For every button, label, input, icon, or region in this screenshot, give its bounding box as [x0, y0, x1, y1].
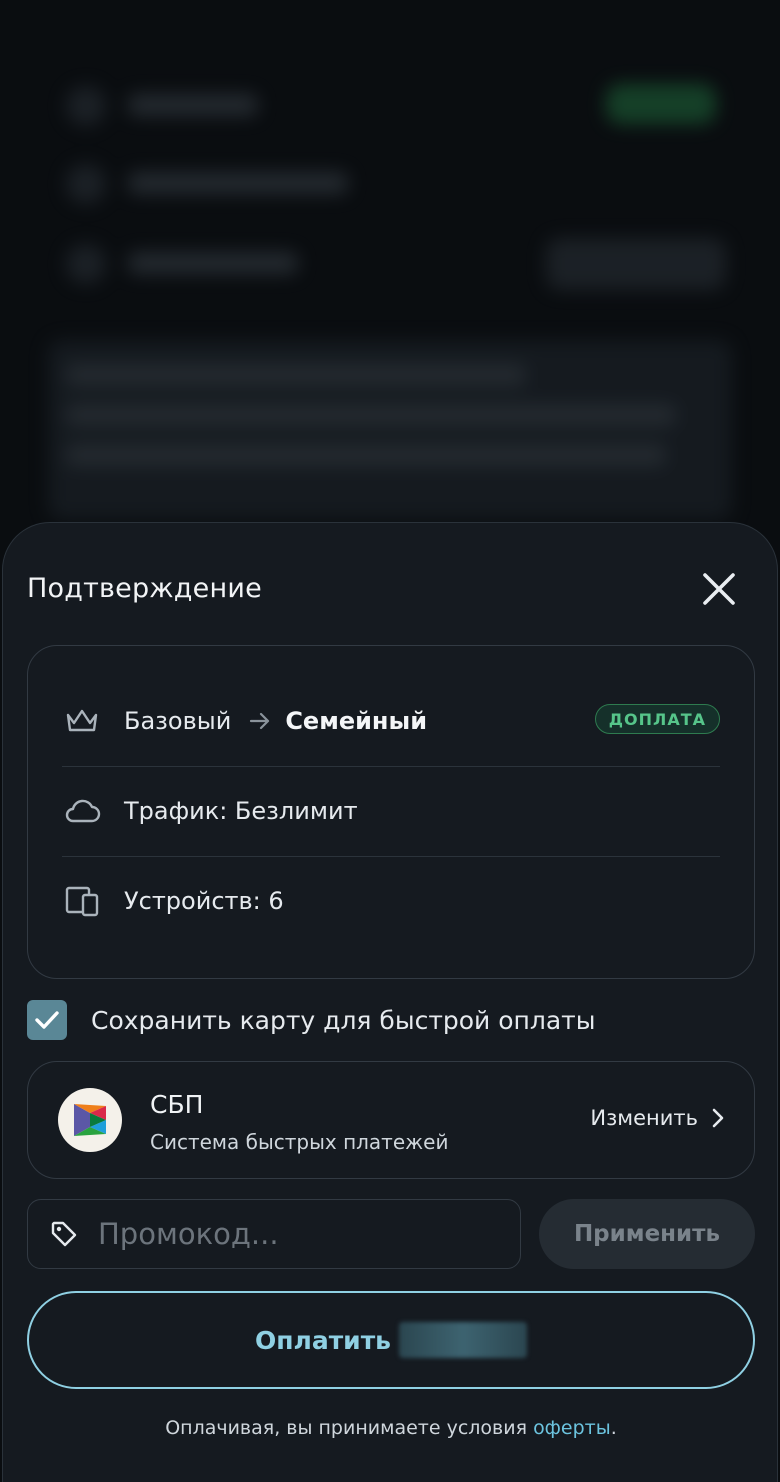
close-button[interactable]: [699, 569, 739, 609]
check-icon: [35, 1011, 59, 1029]
devices-icon: [62, 881, 102, 921]
devices-row: Устройств: 6: [62, 856, 720, 946]
save-card-checkbox[interactable]: [27, 1000, 67, 1040]
save-card-toggle[interactable]: Сохранить карту для быстрой оплаты: [27, 999, 595, 1041]
plan-summary-card: Базовый Семейный ДОПЛАТА Трафик: Безлими…: [27, 645, 755, 979]
status-badge: ДОПЛАТА: [594, 704, 720, 734]
devices-label: Устройств: 6: [124, 887, 284, 915]
arrow-right-icon: [249, 712, 271, 730]
save-card-label: Сохранить карту для быстрой оплаты: [91, 1005, 596, 1035]
close-icon: [703, 573, 735, 605]
sheet-title: Подтверждение: [27, 573, 262, 604]
promo-code-field[interactable]: [27, 1199, 521, 1269]
offer-link[interactable]: оферты: [533, 1417, 611, 1439]
terms-period: .: [610, 1417, 617, 1439]
background-page-blurred: [0, 0, 780, 560]
crown-icon: [62, 701, 102, 741]
promo-code-input[interactable]: [96, 1216, 480, 1252]
change-payment-label: Изменить: [590, 1106, 698, 1130]
confirmation-sheet: Подтверждение Базовый Семейный ДОПЛАТА Т…: [2, 522, 778, 1482]
cloud-icon: [62, 791, 102, 831]
terms-note: Оплачивая, вы принимаете условия оферты.: [3, 1417, 779, 1439]
pay-amount-redacted: [399, 1322, 527, 1358]
traffic-label: Трафик: Безлимит: [124, 797, 358, 825]
plan-change-row: Базовый Семейный ДОПЛАТА: [62, 676, 720, 766]
apply-promo-button[interactable]: Применить: [539, 1199, 755, 1269]
traffic-row: Трафик: Безлимит: [62, 766, 720, 856]
plan-to: Семейный: [285, 707, 428, 735]
pay-button-label: Оплатить: [254, 1325, 391, 1355]
tag-icon: [50, 1220, 78, 1248]
change-payment-button[interactable]: Изменить: [590, 1106, 724, 1130]
pay-button[interactable]: Оплатить: [27, 1291, 755, 1389]
chevron-right-icon: [712, 1108, 724, 1128]
plan-from: Базовый: [124, 707, 232, 735]
payment-method-name: СБП: [150, 1090, 204, 1119]
payment-method-description: Система быстрых платежей: [150, 1130, 449, 1154]
payment-method-card[interactable]: СБП Система быстрых платежей Изменить: [27, 1061, 755, 1179]
terms-text: Оплачивая, вы принимаете условия: [165, 1417, 534, 1439]
sbp-logo: [58, 1088, 122, 1152]
